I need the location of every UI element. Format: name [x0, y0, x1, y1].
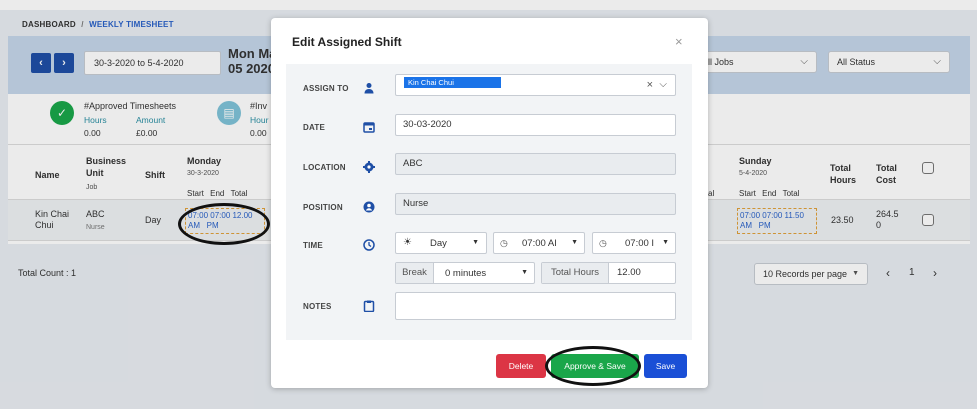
shift-day-select[interactable]: ☀ Day ▼ — [395, 232, 487, 254]
break-select[interactable]: Break 0 minutes ▼ — [395, 262, 535, 284]
start-time-value: 07:00 AI — [522, 238, 557, 249]
end-time-select[interactable]: ◷ 07:00 I ▼ — [592, 232, 676, 254]
sun-icon: ☀ — [403, 237, 412, 248]
total-hours-value: 12.00 — [617, 267, 641, 278]
position-label: POSITION — [303, 203, 343, 212]
notes-label: NOTES — [303, 302, 332, 311]
close-icon[interactable]: × — [675, 34, 683, 49]
calendar-icon — [363, 121, 375, 133]
chevron-down-icon[interactable]: ⌵ — [659, 75, 667, 95]
caret-down-icon: ▼ — [472, 239, 479, 246]
location-label: LOCATION — [303, 163, 346, 172]
clock-icon: ◷ — [599, 238, 607, 248]
clock-icon: ◷ — [500, 238, 508, 248]
total-hours-label: Total Hours — [542, 263, 609, 283]
notes-textarea[interactable] — [395, 292, 676, 320]
user-icon — [363, 82, 375, 94]
highlight-circle-approve-save — [545, 346, 641, 386]
clock-icon — [363, 239, 375, 251]
shift-form: ASSIGN TO Kin Chai Chui × ⌵ DATE 30-03-2… — [286, 64, 692, 340]
edit-shift-modal: Edit Assigned Shift × ASSIGN TO Kin Chai… — [271, 18, 708, 388]
location-field[interactable]: ABC — [395, 153, 676, 175]
break-label: Break — [396, 263, 434, 283]
highlight-circle-monday-shift — [178, 203, 270, 245]
modal-title: Edit Assigned Shift — [292, 35, 402, 49]
shift-day-value: Day — [430, 238, 447, 249]
date-label: DATE — [303, 123, 325, 132]
caret-down-icon: ▼ — [521, 269, 528, 276]
assignee-chip[interactable]: Kin Chai Chui — [404, 77, 501, 88]
location-gear-icon — [363, 161, 375, 173]
caret-down-icon: ▼ — [571, 239, 578, 246]
clipboard-icon — [363, 300, 375, 313]
date-field[interactable]: 30-03-2020 — [395, 114, 676, 136]
delete-button[interactable]: Delete — [496, 354, 546, 378]
time-label: TIME — [303, 241, 323, 250]
start-time-select[interactable]: ◷ 07:00 AI ▼ — [493, 232, 585, 254]
total-hours-field[interactable]: Total Hours 12.00 — [541, 262, 676, 284]
clear-icon[interactable]: × — [647, 75, 653, 95]
user-circle-icon — [363, 201, 375, 213]
caret-down-icon: ▼ — [662, 239, 669, 246]
end-time-value: 07:00 I — [625, 238, 655, 249]
save-button[interactable]: Save — [644, 354, 687, 378]
break-value: 0 minutes — [445, 268, 487, 279]
position-field[interactable]: Nurse — [395, 193, 676, 215]
assign-to-select[interactable]: Kin Chai Chui × ⌵ — [395, 74, 676, 96]
assign-to-label: ASSIGN TO — [303, 84, 349, 93]
